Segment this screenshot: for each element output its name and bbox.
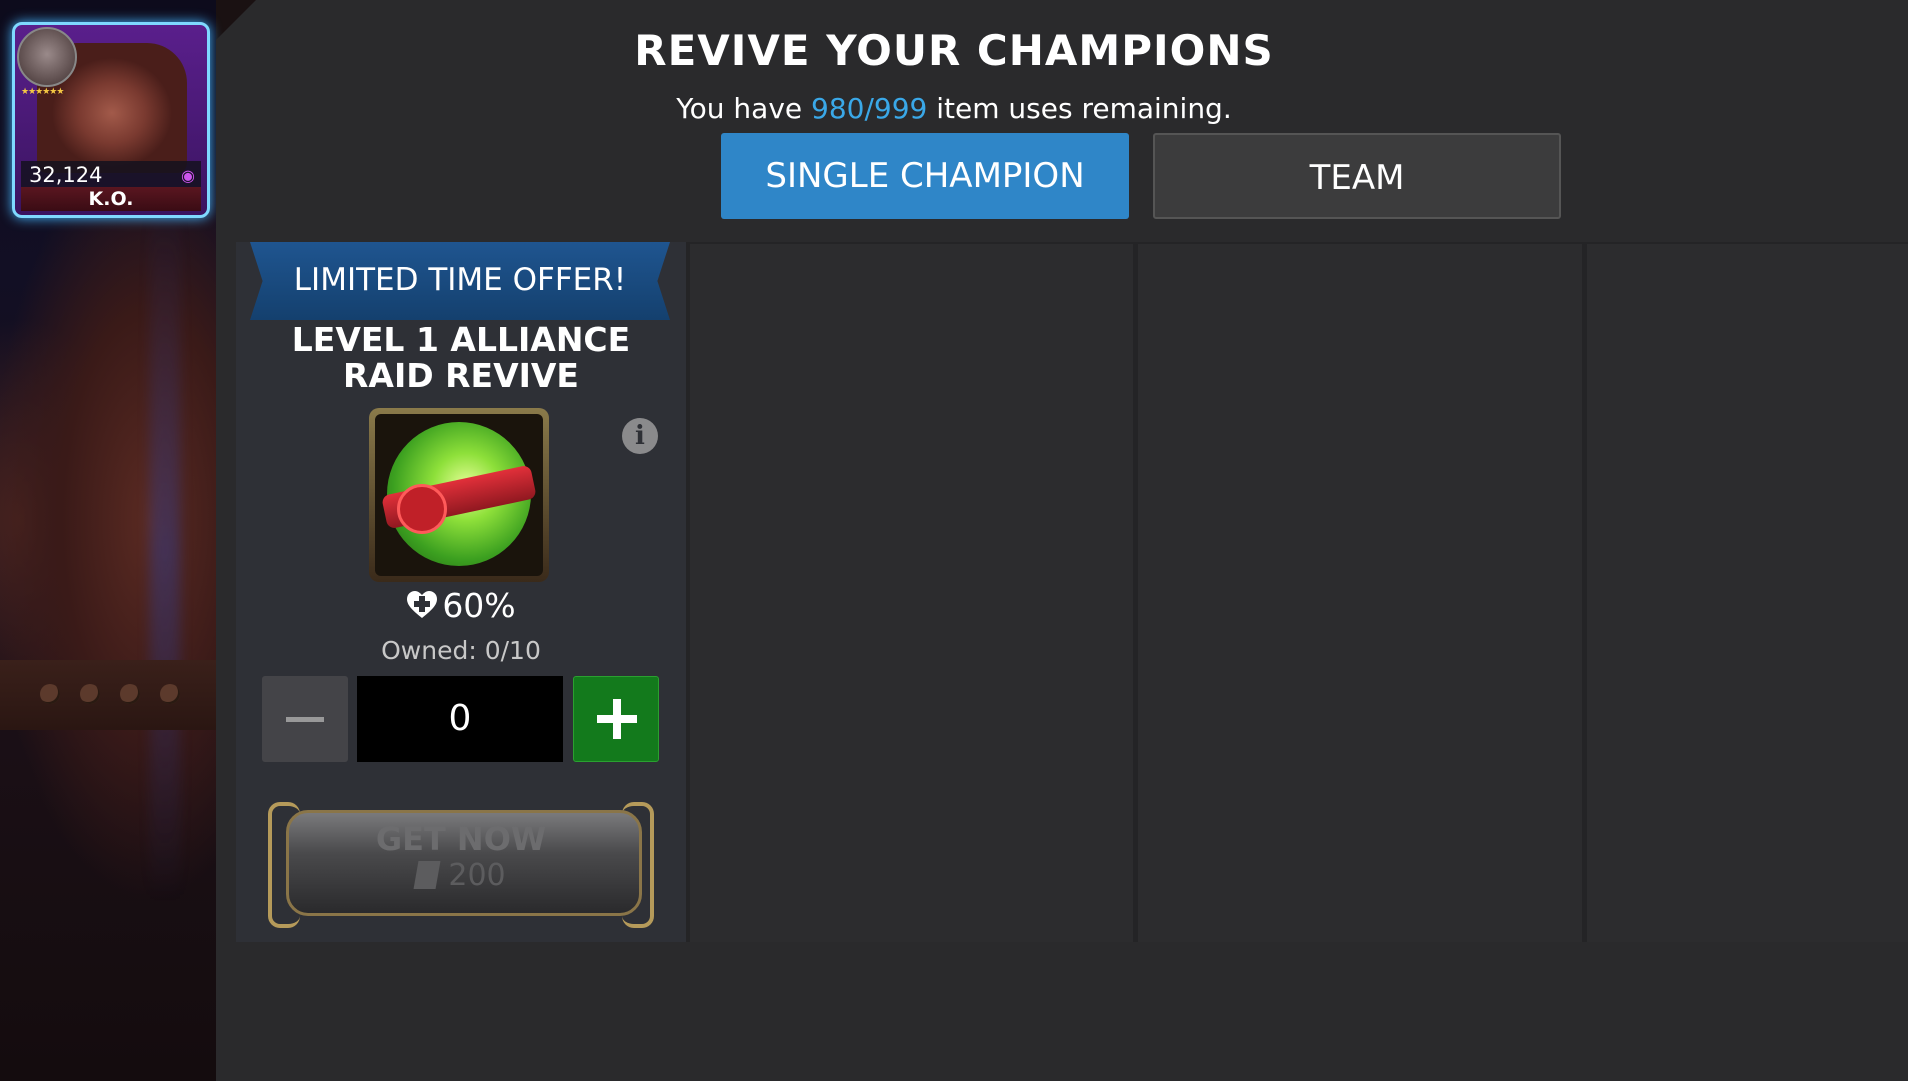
page-title: REVIVE YOUR CHAMPIONS [634,26,1274,75]
owned-count: Owned: 0/10 [381,636,541,665]
champion-belt-art [0,660,216,730]
subtitle-suffix: item uses remaining. [927,92,1232,125]
rating-bar: 32,124 ◉ [21,161,201,187]
increment-button[interactable] [573,676,659,762]
uses-remaining-text: You have 980/999 item uses remaining. [0,92,1908,125]
item-name: LEVEL 1 ALLIANCE RAID REVIVE [236,322,686,394]
tab-single-champion[interactable]: SINGLE CHAMPION [721,133,1129,219]
empty-offer-slot [1138,244,1582,942]
limited-offer-banner: LIMITED TIME OFFER! [250,242,670,320]
background-glow [150,200,180,900]
belt-stud [120,684,140,704]
quantity-value: 0 [357,676,563,762]
subtitle-prefix: You have [676,92,812,125]
heal-heart-icon [407,591,438,618]
item-name-line2: RAID REVIVE [343,356,579,395]
item-frame-inner [375,414,543,576]
item-image [369,408,549,582]
ko-status: K.O. [21,187,201,211]
units-currency-icon [413,861,441,889]
get-now-label: GET NOW [375,820,547,858]
tab-team[interactable]: TEAM [1153,133,1561,219]
orb-badge [397,484,447,534]
champion-rating: 32,124 [29,163,103,187]
price-value: 200 [448,858,506,893]
empty-offer-slot [690,244,1133,942]
item-name-line1: LEVEL 1 ALLIANCE [291,320,631,359]
belt-stud [40,684,60,704]
revive-orb-icon [381,422,537,566]
price: 200 [268,858,654,893]
belt-stud [160,684,180,704]
decrement-button[interactable] [262,676,348,762]
info-icon[interactable]: i [622,418,658,454]
belt-stud [80,684,100,704]
uses-count: 980/999 [811,92,928,125]
mystic-class-icon: ◉ [181,166,195,185]
heal-amount: 60% [236,585,686,625]
get-now-button[interactable]: GET NOW 200 [268,802,654,928]
empty-offer-slot [1587,244,1908,942]
heal-percent: 60% [442,586,516,625]
